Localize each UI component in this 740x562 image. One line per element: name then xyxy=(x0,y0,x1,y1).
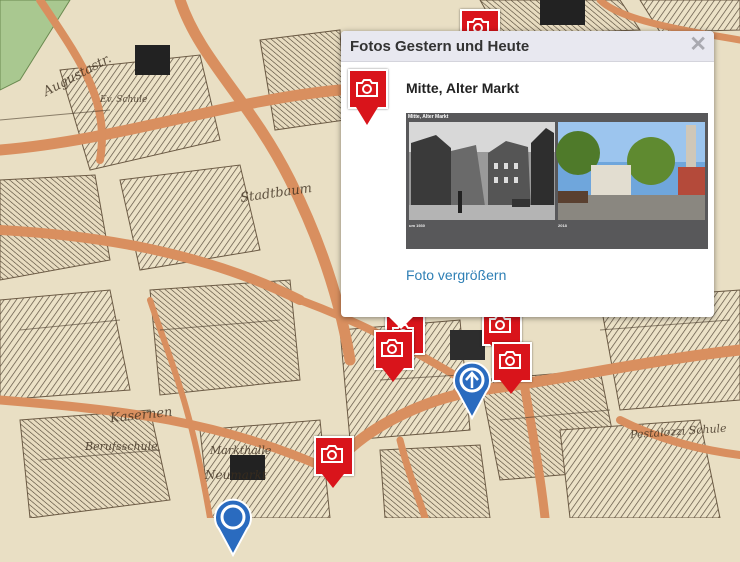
blue-poi-icon xyxy=(214,498,252,558)
photo-marker[interactable] xyxy=(373,330,415,382)
photo-marker[interactable] xyxy=(491,342,533,394)
camera-icon xyxy=(381,339,403,357)
camera-icon xyxy=(356,79,378,97)
map-label-hall: Markthalle xyxy=(210,444,272,457)
photo-popup: Fotos Gestern und Heute ✕ Mitte, Alter M… xyxy=(341,31,714,329)
photo-images xyxy=(409,122,705,220)
photo-year-left: um 1930 xyxy=(409,223,426,228)
popup-header: Fotos Gestern und Heute ✕ xyxy=(341,31,714,62)
poi-marker[interactable] xyxy=(452,360,492,421)
close-icon[interactable]: ✕ xyxy=(689,34,707,56)
camera-icon xyxy=(499,351,521,369)
popup-camera-marker xyxy=(348,69,390,125)
popup-tip xyxy=(389,317,413,329)
photo-year-right: 2018 xyxy=(558,223,567,228)
map-label-school-b: Berufsschule xyxy=(85,440,158,453)
poi-marker[interactable] xyxy=(213,497,253,558)
comparison-photo[interactable]: Mitte, Alter Markt um 1930 2018 xyxy=(406,113,708,249)
blue-poi-icon xyxy=(453,361,491,421)
photo-marker[interactable] xyxy=(313,436,355,488)
map-label-square: Neumarkt xyxy=(205,468,267,482)
place-name: Mitte, Alter Markt xyxy=(406,80,520,96)
map-label-school-a: Ev. Schule xyxy=(100,95,148,105)
popup-title: Fotos Gestern und Heute xyxy=(350,38,530,55)
enlarge-photo-link[interactable]: Foto vergrößern xyxy=(406,267,506,283)
camera-icon xyxy=(321,445,343,463)
